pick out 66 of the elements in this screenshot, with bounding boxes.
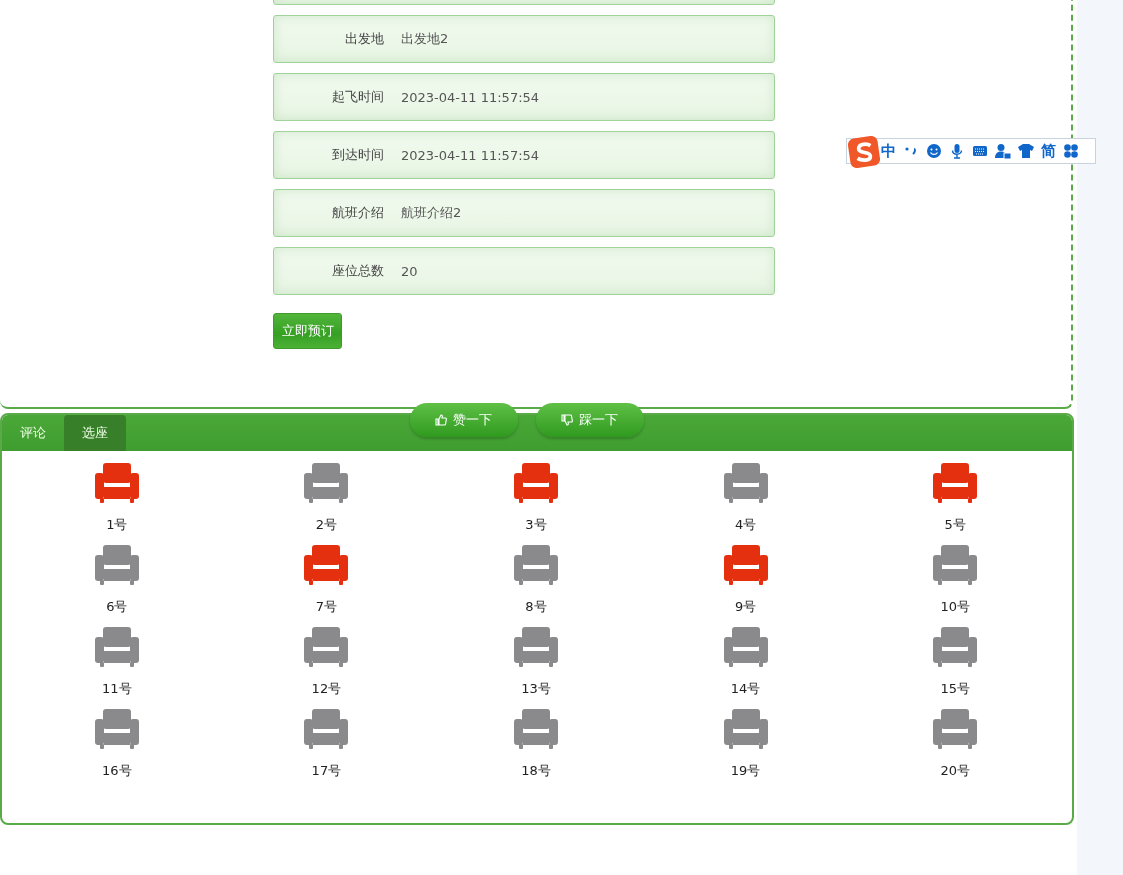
- field-label: 座位总数: [331, 262, 384, 280]
- armchair-icon[interactable]: [723, 463, 768, 503]
- field-label: 到达时间: [331, 146, 384, 164]
- keyboard-icon[interactable]: [972, 143, 988, 159]
- input-method-logo-icon[interactable]: [848, 136, 880, 168]
- armchair-icon[interactable]: [514, 627, 558, 667]
- tab[interactable]: 选座: [64, 415, 126, 451]
- armchair-icon[interactable]: [514, 709, 558, 749]
- seat-label: 5号: [944, 517, 966, 533]
- seat-label: 8号: [525, 599, 547, 615]
- seat-label: 19号: [730, 763, 761, 779]
- armchair-icon[interactable]: [304, 709, 349, 749]
- armchair-icon[interactable]: [933, 709, 978, 749]
- armchair-icon[interactable]: [514, 463, 558, 503]
- seat-label: 2号: [315, 517, 338, 533]
- armchair-icon[interactable]: [514, 545, 558, 585]
- input-mode-toggle[interactable]: 中: [881, 141, 896, 161]
- armchair-icon[interactable]: [304, 545, 349, 585]
- seat-label: 17号: [311, 763, 342, 779]
- book-button[interactable]: 立即预订: [273, 313, 342, 349]
- seat-label: 12号: [311, 681, 342, 697]
- seat-label: 14号: [730, 681, 761, 697]
- seat-label: 15号: [940, 681, 970, 697]
- grid-icon[interactable]: [1063, 143, 1079, 159]
- seat-label: 6号: [106, 599, 128, 615]
- field-value: 航班介绍2: [401, 204, 462, 222]
- script-toggle[interactable]: 简: [1041, 141, 1056, 161]
- armchair-icon[interactable]: [723, 627, 768, 667]
- user-icon[interactable]: [995, 143, 1011, 159]
- armchair-icon[interactable]: [94, 627, 139, 667]
- microphone-icon[interactable]: [949, 143, 965, 159]
- armchair-icon[interactable]: [94, 545, 139, 585]
- vote-button[interactable]: 赞一下: [409, 403, 518, 437]
- armchair-icon[interactable]: [304, 463, 349, 503]
- emoji-icon[interactable]: [926, 143, 942, 159]
- seat-label: 20号: [940, 763, 970, 779]
- field-label: 起飞时间: [331, 88, 384, 106]
- seat-label: 1号: [106, 517, 128, 533]
- thumbs-down-icon: [561, 414, 573, 426]
- armchair-icon[interactable]: [94, 463, 139, 503]
- armchair-icon[interactable]: [723, 545, 768, 585]
- field-value: 20: [401, 263, 418, 279]
- field-value: 出发地2: [401, 30, 449, 48]
- field-label: 出发地: [344, 30, 384, 48]
- seat-label: 3号: [525, 517, 547, 533]
- armchair-icon[interactable]: [933, 463, 978, 503]
- thumbs-up-icon: [435, 414, 447, 426]
- field-value: 2023-04-11 11:57:54: [401, 89, 540, 105]
- seat-label: 4号: [734, 517, 757, 533]
- tab[interactable]: 评论: [2, 415, 64, 451]
- armchair-icon[interactable]: [94, 709, 139, 749]
- shirt-icon[interactable]: [1018, 143, 1034, 159]
- seat-label: 9号: [734, 599, 757, 615]
- armchair-icon[interactable]: [933, 545, 978, 585]
- vote-button[interactable]: 踩一下: [535, 403, 644, 437]
- field-value: 2023-04-11 11:57:54: [401, 147, 540, 163]
- seat-label: 13号: [521, 681, 551, 697]
- armchair-icon[interactable]: [933, 627, 978, 667]
- seat-label: 16号: [102, 763, 132, 779]
- seat-label: 11号: [102, 681, 132, 697]
- armchair-icon[interactable]: [723, 709, 768, 749]
- seat-label: 18号: [521, 763, 551, 779]
- seat-label: 7号: [315, 599, 338, 615]
- seat-label: 10号: [940, 599, 970, 615]
- field-label: 航班介绍: [331, 204, 384, 222]
- armchair-icon[interactable]: [304, 627, 349, 667]
